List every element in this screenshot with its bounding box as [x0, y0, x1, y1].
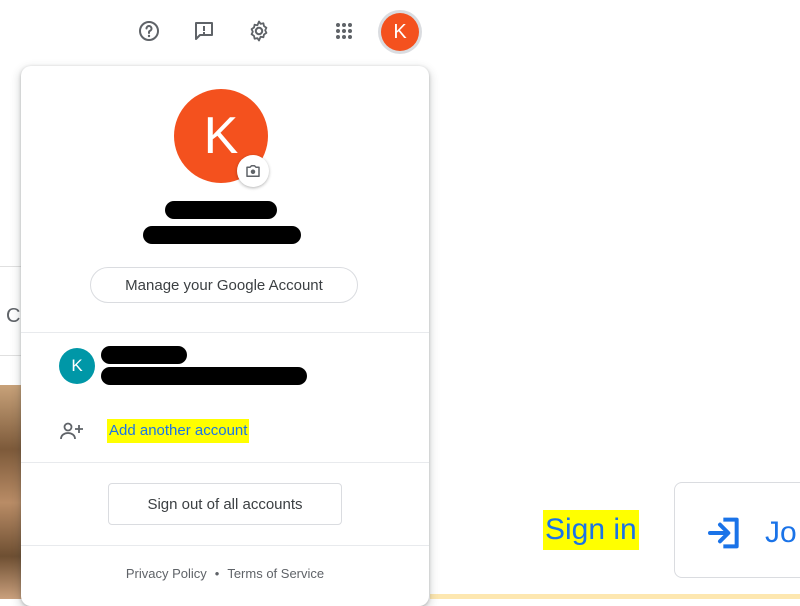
camera-icon — [246, 165, 260, 177]
redacted-email — [143, 226, 301, 244]
add-person-icon — [60, 422, 83, 440]
panel-divider — [21, 462, 429, 463]
redacted-account-email — [101, 367, 307, 385]
footer-separator: • — [214, 566, 220, 581]
redacted-account-name — [101, 346, 187, 364]
background-text-fragment: C — [6, 305, 21, 327]
feedback-icon — [195, 22, 213, 40]
add-account-row[interactable] — [59, 416, 85, 446]
help-button[interactable] — [132, 14, 166, 48]
join-button[interactable]: Jo — [674, 482, 800, 578]
background-divider — [0, 355, 22, 356]
login-arrow-icon — [708, 517, 739, 549]
apps-button[interactable] — [327, 14, 361, 48]
manage-account-button[interactable]: Manage your Google Account — [90, 267, 358, 303]
change-photo-button[interactable] — [237, 155, 269, 187]
account-avatar-button[interactable]: K — [381, 13, 419, 51]
terms-of-service-link[interactable]: Terms of Service — [227, 566, 324, 581]
sign-in-link[interactable]: Sign in — [543, 510, 639, 550]
panel-footer: Privacy Policy • Terms of Service — [21, 566, 429, 581]
panel-divider — [21, 545, 429, 546]
background-image-fragment — [0, 385, 22, 599]
privacy-policy-link[interactable]: Privacy Policy — [126, 566, 207, 581]
add-account-link[interactable]: Add another account — [107, 419, 250, 443]
apps-grid-icon — [336, 23, 352, 39]
background-banner-strip — [430, 594, 800, 599]
join-button-label: Jo — [765, 516, 797, 549]
gear-icon — [250, 20, 268, 42]
feedback-button[interactable] — [187, 14, 221, 48]
panel-divider — [21, 332, 429, 333]
redacted-name — [165, 201, 277, 219]
account-panel: K Manage your Google Account K Add anoth… — [21, 66, 429, 606]
sign-out-button[interactable]: Sign out of all accounts — [108, 483, 342, 525]
help-circle-icon — [139, 21, 159, 41]
background-divider — [0, 266, 22, 267]
account-list-avatar[interactable]: K — [59, 348, 95, 384]
settings-button[interactable] — [242, 14, 276, 48]
